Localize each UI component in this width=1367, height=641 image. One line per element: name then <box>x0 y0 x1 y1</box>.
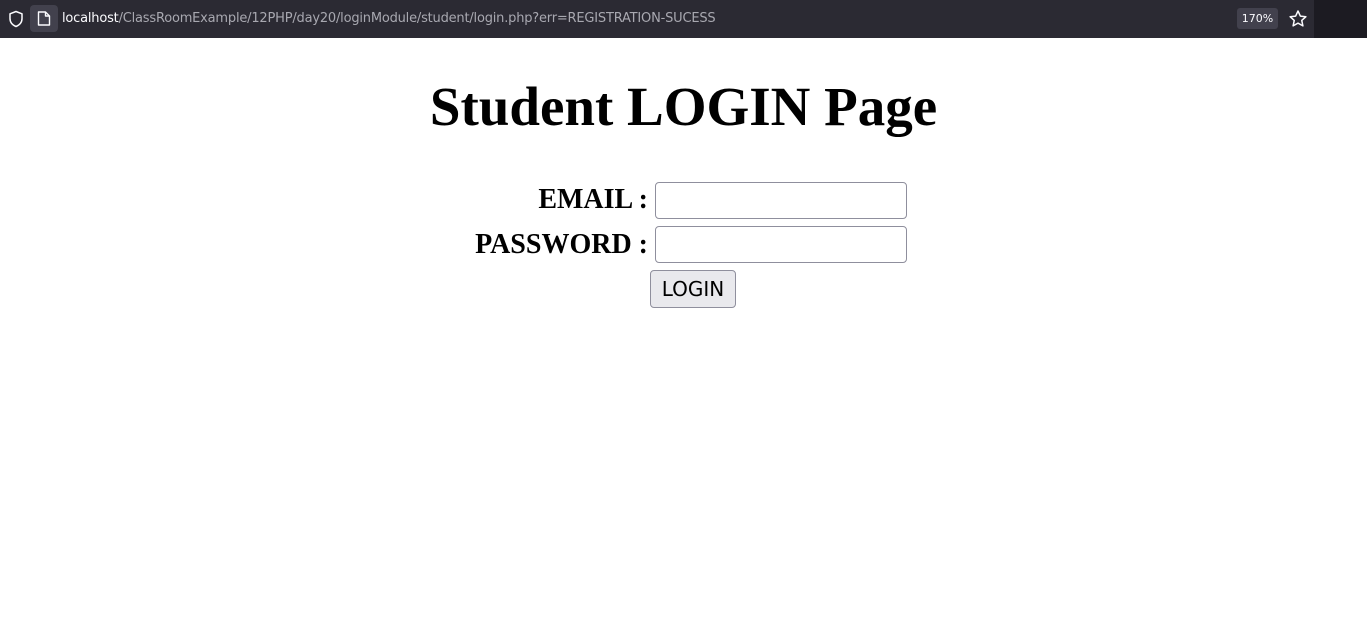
shield-icon[interactable] <box>7 10 25 28</box>
zoom-level-badge[interactable]: 170% <box>1237 8 1278 29</box>
address-bar[interactable]: localhost/ClassRoomExample/12PHP/day20/l… <box>0 0 1314 38</box>
site-info-button[interactable] <box>30 5 58 32</box>
page-title: Student LOGIN Page <box>429 76 938 137</box>
url-text[interactable]: localhost/ClassRoomExample/12PHP/day20/l… <box>62 10 716 28</box>
page-icon <box>37 11 51 26</box>
star-icon[interactable] <box>1288 9 1308 29</box>
email-input[interactable] <box>655 182 907 219</box>
url-host: localhost <box>62 11 119 26</box>
browser-toolbar: localhost/ClassRoomExample/12PHP/day20/l… <box>0 0 1367 38</box>
email-label: EMAIL : <box>538 184 648 215</box>
password-input[interactable] <box>655 226 907 263</box>
toolbar-right-area <box>1314 0 1367 38</box>
password-label: PASSWORD : <box>475 229 648 260</box>
url-path: /ClassRoomExample/12PHP/day20/loginModul… <box>118 11 716 26</box>
login-button[interactable]: LOGIN <box>650 270 736 308</box>
